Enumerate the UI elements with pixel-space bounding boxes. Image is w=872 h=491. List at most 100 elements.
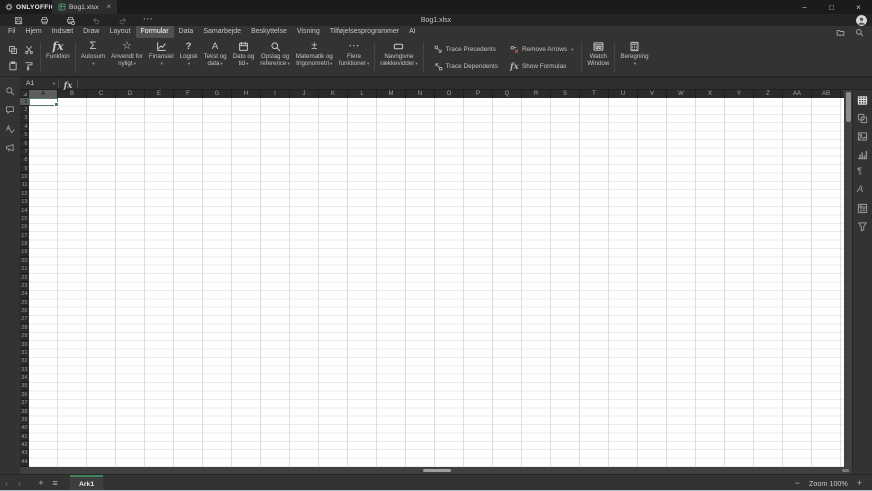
matematik-og-trigonometri-button[interactable]: ± Matematik og trigonometri▾ [293, 38, 336, 76]
col-header-S[interactable]: S [551, 90, 580, 98]
close-button[interactable]: × [845, 0, 872, 14]
tab-samarbejde[interactable]: Samarbejde [198, 26, 246, 38]
shape-settings-button[interactable] [857, 113, 868, 124]
row-header-11[interactable]: 11 [20, 182, 29, 191]
row-header-5[interactable]: 5 [20, 132, 29, 140]
sheet-tab-ark1[interactable]: Ark1 [70, 474, 104, 491]
row-header-33[interactable]: 33 [20, 366, 29, 375]
col-header-V[interactable]: V [638, 90, 667, 98]
col-header-R[interactable]: R [522, 90, 551, 98]
col-header-N[interactable]: N [406, 90, 435, 98]
dato-og-tid-button[interactable]: Dato og tid▾ [230, 38, 258, 76]
beregning-button[interactable]: Beregning ▾ [617, 38, 651, 76]
tab-layout[interactable]: Layout [104, 26, 135, 38]
quick-print-button[interactable] [65, 15, 75, 25]
tab-indsæt[interactable]: Indsæt [47, 26, 78, 38]
comments-button[interactable] [5, 104, 16, 115]
autosum-button[interactable]: Σ Autosum ▾ [78, 38, 108, 76]
image-settings-button[interactable] [857, 131, 868, 142]
col-header-I[interactable]: I [261, 90, 290, 98]
row-header-13[interactable]: 13 [20, 199, 29, 207]
col-header-K[interactable]: K [319, 90, 348, 98]
col-header-X[interactable]: X [696, 90, 725, 98]
slicer-settings-button[interactable] [857, 221, 868, 232]
zoom-out-button[interactable]: − [795, 478, 800, 488]
row-header-25[interactable]: 25 [20, 299, 29, 308]
document-tab-close-icon[interactable]: × [106, 3, 111, 11]
row-header-39[interactable]: 39 [20, 416, 29, 425]
row-header-17[interactable]: 17 [20, 232, 29, 241]
row-header-12[interactable]: 12 [20, 190, 29, 199]
cut-button[interactable] [22, 43, 35, 56]
row-header-21[interactable]: 21 [20, 266, 29, 274]
redo-button[interactable] [117, 15, 127, 25]
row-header-44[interactable]: 44 [20, 458, 29, 467]
document-tab[interactable]: Bog1.xlsx × [52, 0, 118, 14]
col-header-Q[interactable]: Q [493, 90, 522, 98]
row-header-36[interactable]: 36 [20, 391, 29, 400]
col-header-U[interactable]: U [609, 90, 638, 98]
print-button[interactable] [39, 15, 49, 25]
row-header-37[interactable]: 37 [20, 400, 29, 408]
row-header-34[interactable]: 34 [20, 374, 29, 383]
prev-sheet-button[interactable]: ‹ [0, 479, 13, 488]
col-header-L[interactable]: L [348, 90, 377, 98]
text-art-settings-button[interactable]: A [857, 185, 868, 196]
paragraph-settings-button[interactable]: ¶ [857, 167, 868, 178]
col-header-P[interactable]: P [464, 90, 493, 98]
row-header-29[interactable]: 29 [20, 333, 29, 341]
row-header-30[interactable]: 30 [20, 341, 29, 350]
finansiel-button[interactable]: Finansiel ▾ [146, 38, 177, 76]
tekst-og-data-button[interactable]: A Tekst og data▾ [201, 38, 230, 76]
cells-area[interactable] [29, 98, 852, 467]
row-header-10[interactable]: 10 [20, 173, 29, 182]
copy-style-button[interactable] [22, 59, 35, 72]
avatar[interactable] [856, 14, 867, 26]
tab-visning[interactable]: Visning [292, 26, 325, 38]
row-header-24[interactable]: 24 [20, 291, 29, 299]
row-header-43[interactable]: 43 [20, 450, 29, 459]
tab-formular[interactable]: Formular [135, 26, 174, 38]
open-file-location-icon[interactable] [836, 28, 845, 37]
tab-hjem[interactable]: Hjem [20, 26, 46, 38]
col-header-C[interactable]: C [87, 90, 116, 98]
tab-tilføjelsesprogrammer[interactable]: Tilføjelsesprogrammer [325, 26, 404, 38]
flere-funktioner-button[interactable]: ⋯ Flere funktioner▾ [336, 38, 372, 76]
vertical-scrollbar[interactable] [844, 90, 852, 467]
undo-button[interactable] [91, 15, 101, 25]
row-header-18[interactable]: 18 [20, 240, 29, 249]
chart-settings-button[interactable] [857, 149, 868, 160]
col-header-Y[interactable]: Y [725, 90, 754, 98]
horizontal-scrollbar-end[interactable] [842, 469, 849, 472]
row-header-3[interactable]: 3 [20, 115, 29, 124]
vertical-scrollbar-thumb[interactable] [845, 92, 851, 122]
col-header-T[interactable]: T [580, 90, 609, 98]
tab-ai[interactable]: AI [404, 26, 421, 38]
opslag-og-reference-button[interactable]: Opslag og reference▾ [257, 38, 292, 76]
row-header-41[interactable]: 41 [20, 433, 29, 442]
navngivne-raekkevidder-button[interactable]: Navngivne rækkevidder▾ [377, 38, 420, 76]
row-header-16[interactable]: 16 [20, 224, 29, 232]
col-header-J[interactable]: J [290, 90, 319, 98]
sheet-list-icon[interactable]: ≡ [48, 478, 62, 488]
row-header-38[interactable]: 38 [20, 408, 29, 417]
row-header-2[interactable]: 2 [20, 106, 29, 115]
row-header-15[interactable]: 15 [20, 215, 29, 224]
tab-fil[interactable]: Fil [3, 26, 20, 38]
row-header-22[interactable]: 22 [20, 274, 29, 283]
spellcheck-button[interactable] [5, 123, 16, 134]
horizontal-scrollbar[interactable] [20, 467, 852, 474]
tab-data[interactable]: Data [174, 26, 199, 38]
formula-input[interactable] [78, 77, 872, 90]
paste-button[interactable] [6, 59, 19, 72]
col-header-H[interactable]: H [232, 90, 261, 98]
name-box[interactable]: A1 ▾ [20, 77, 58, 90]
row-header-19[interactable]: 19 [20, 249, 29, 258]
anvendt-for-nyligt-button[interactable]: ☆ Anvendt for nyligt▾ [108, 38, 146, 76]
col-header-AA[interactable]: AA [783, 90, 812, 98]
tab-draw[interactable]: Draw [78, 26, 104, 38]
col-header-G[interactable]: G [203, 90, 232, 98]
col-header-E[interactable]: E [145, 90, 174, 98]
col-header-O[interactable]: O [435, 90, 464, 98]
row-header-4[interactable]: 4 [20, 123, 29, 132]
